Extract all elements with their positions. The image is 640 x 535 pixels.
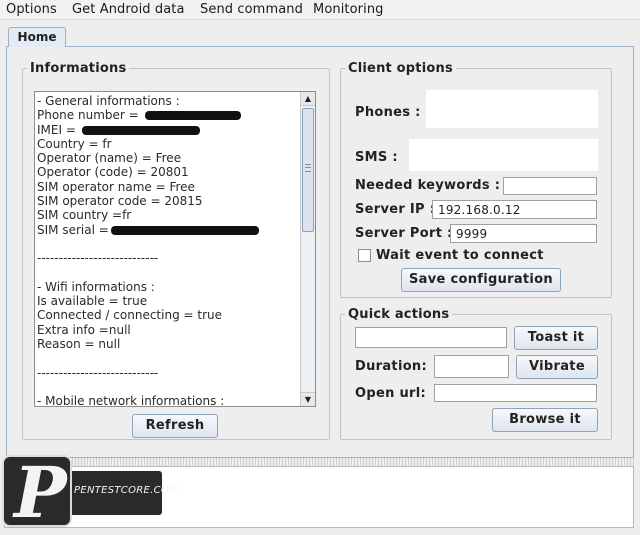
open-url-input[interactable] bbox=[434, 384, 597, 402]
informations-lines: - General informations : Phone number = … bbox=[37, 94, 301, 407]
scroll-down-arrow-icon[interactable]: ▼ bbox=[301, 392, 315, 406]
info-line: ---------------------------- bbox=[37, 365, 159, 380]
info-line: Reason = null bbox=[37, 337, 121, 352]
info-line: SIM serial = bbox=[37, 223, 301, 237]
info-line: SIM operator name = Free bbox=[37, 179, 195, 194]
info-line: - Mobile network informations : bbox=[37, 394, 225, 407]
info-line: SIM country =fr bbox=[37, 208, 132, 223]
wait-event-checkbox[interactable] bbox=[358, 249, 371, 262]
informations-scrollbar[interactable]: ▲ ▼ bbox=[300, 92, 315, 406]
needed-keywords-label: Needed keywords : bbox=[355, 178, 501, 193]
menu-monitoring[interactable]: Monitoring bbox=[313, 2, 384, 17]
sms-label: SMS : bbox=[355, 150, 398, 165]
info-line: IMEI = bbox=[37, 123, 301, 137]
needed-keywords-input[interactable] bbox=[503, 177, 597, 195]
tab-home[interactable]: Home bbox=[8, 27, 66, 47]
watermark-text-box: PENTESTCORE.COM bbox=[68, 471, 178, 515]
grip-icon bbox=[305, 164, 311, 172]
duration-label: Duration: bbox=[355, 359, 427, 374]
info-line: Operator (code) = 20801 bbox=[37, 165, 189, 180]
info-line: Connected / connecting = true bbox=[37, 308, 222, 323]
info-line bbox=[37, 351, 301, 365]
server-ip-label: Server IP : bbox=[355, 202, 436, 217]
info-line: Country = fr bbox=[37, 136, 112, 151]
save-configuration-button[interactable]: Save configuration bbox=[401, 268, 561, 292]
pentestcore-watermark: PENTESTCORE.COM P bbox=[0, 451, 178, 534]
browse-it-button[interactable]: Browse it bbox=[492, 408, 598, 432]
scrollbar-thumb[interactable] bbox=[302, 108, 314, 232]
scroll-up-arrow-icon[interactable]: ▲ bbox=[301, 92, 315, 106]
info-line: Operator (name) = Free bbox=[37, 151, 182, 166]
menu-bar: Options Get Android data Send command Mo… bbox=[0, 0, 640, 20]
watermark-letter: P bbox=[14, 451, 67, 534]
server-port-input[interactable]: 9999 bbox=[450, 224, 597, 243]
info-line-text: SIM serial = bbox=[37, 222, 109, 237]
info-line: Phone number = bbox=[37, 108, 301, 122]
info-line bbox=[37, 380, 301, 394]
info-line: Extra info =null bbox=[37, 322, 131, 337]
toast-message-input[interactable] bbox=[355, 327, 507, 348]
server-ip-input[interactable]: 192.168.0.12 bbox=[432, 200, 597, 219]
vibrate-button[interactable]: Vibrate bbox=[516, 355, 598, 379]
toast-it-button[interactable]: Toast it bbox=[514, 326, 598, 350]
watermark-text: PENTESTCORE.COM bbox=[74, 485, 178, 496]
phones-field[interactable] bbox=[426, 90, 598, 128]
redacted-mark bbox=[110, 225, 259, 235]
menu-get-android-data[interactable]: Get Android data bbox=[72, 2, 185, 17]
duration-input[interactable] bbox=[434, 355, 509, 378]
menu-options[interactable]: Options bbox=[6, 2, 57, 17]
redacted-mark bbox=[81, 125, 200, 135]
info-line bbox=[37, 237, 301, 251]
refresh-button[interactable]: Refresh bbox=[132, 414, 218, 438]
informations-text-area[interactable]: - General informations : Phone number = … bbox=[34, 91, 316, 407]
client-options-title: Client options bbox=[345, 61, 456, 76]
info-line: ---------------------------- bbox=[37, 251, 159, 266]
server-port-label: Server Port : bbox=[355, 226, 453, 241]
watermark-logo-icon: P bbox=[2, 451, 72, 534]
info-line: Is available = true bbox=[37, 294, 148, 309]
phones-label: Phones : bbox=[355, 105, 421, 120]
info-line: - Wifi informations : bbox=[37, 279, 155, 294]
info-line-text: Phone number = bbox=[37, 108, 143, 123]
informations-title: Informations bbox=[27, 61, 130, 76]
menu-send-command[interactable]: Send command bbox=[200, 2, 303, 17]
info-line: - General informations : bbox=[37, 94, 180, 108]
wait-event-label: Wait event to connect bbox=[376, 248, 544, 263]
sms-field[interactable] bbox=[409, 139, 598, 171]
info-line: SIM operator code = 20815 bbox=[37, 194, 203, 209]
info-line-text: IMEI = bbox=[37, 122, 80, 137]
open-url-label: Open url: bbox=[355, 386, 426, 401]
redacted-mark bbox=[144, 111, 241, 121]
quick-actions-title: Quick actions bbox=[345, 307, 453, 322]
info-line bbox=[37, 266, 301, 280]
